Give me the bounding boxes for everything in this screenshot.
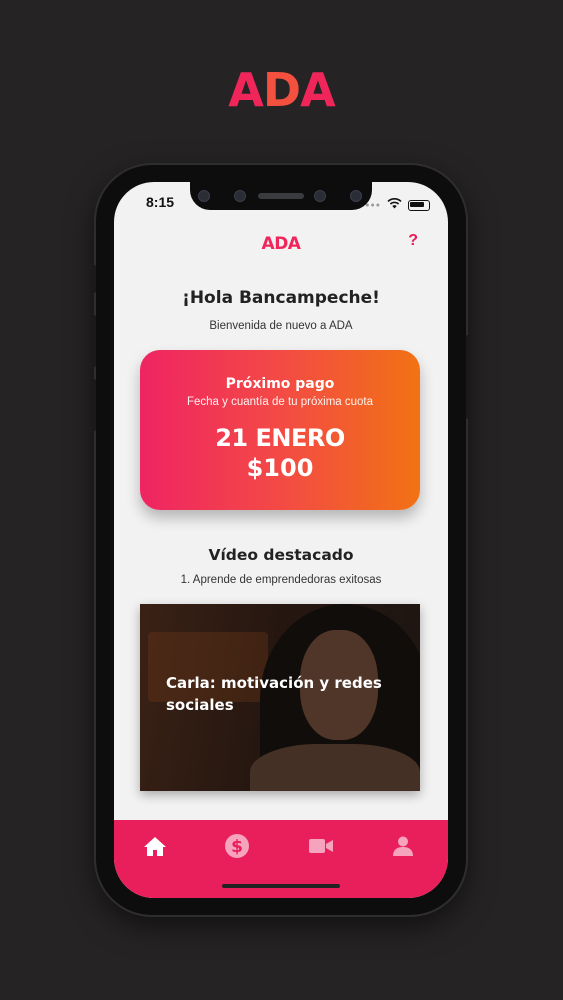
status-icons: ●●●● [360,196,430,214]
status-time: 8:15 [146,194,175,210]
featured-video-card[interactable]: Carla: motivación y redes sociales [140,604,420,791]
payment-amount: $100 [246,454,314,482]
proximity-sensor-icon [314,190,326,202]
video-title: Carla: motivación y redes sociales [166,674,382,714]
home-icon [144,837,166,856]
phone-power-button [466,335,470,419]
help-button[interactable]: ? [408,232,418,250]
phone-frame: 8:15 ●●●● ADA ? ¡Hola Bancampeche! Bienv… [92,165,470,915]
payment-card-title: Próximo pago [225,376,335,392]
video-camera-icon [309,839,333,853]
bottom-tab-bar: $ [114,820,448,898]
app-logo: ADA [261,234,301,254]
dollar-icon: $ [225,834,249,858]
home-indicator[interactable] [222,884,340,888]
front-camera-icon [234,190,246,202]
tab-home[interactable] [140,832,170,860]
face-id-sensor-icon [350,190,362,202]
user-icon [393,836,413,856]
notch [190,182,372,210]
phone-volume-down [92,379,96,431]
tab-payments[interactable]: $ [222,832,252,860]
phone-volume-up [92,315,96,367]
speaker-grille [258,193,304,199]
tab-profile[interactable] [388,832,418,860]
svg-text:$: $ [231,837,243,857]
payment-date: 21 ENERO [215,424,345,452]
greeting-title: ¡Hola Bancampeche! [182,288,380,308]
wifi-icon [387,196,402,214]
brand-logo: ADA [0,62,563,118]
payment-card-subtitle: Fecha y cuantía de tu próxima cuota [186,396,374,408]
phone-side-button [92,265,96,293]
phone-screen: 8:15 ●●●● ADA ? ¡Hola Bancampeche! Bienv… [114,182,448,898]
featured-video-heading: Vídeo destacado [208,546,354,564]
featured-video-subtitle: 1. Aprende de emprendedoras exitosas [180,574,382,586]
sensor-icon [198,190,210,202]
next-payment-card[interactable]: Próximo pago Fecha y cuantía de tu próxi… [140,350,420,510]
tab-videos[interactable] [306,832,336,860]
battery-icon [408,199,430,211]
brand-logo-letter-a2: A [300,63,336,117]
brand-logo-letter-a: A [228,63,264,117]
welcome-subtitle: Bienvenida de nuevo a ADA [209,320,353,332]
brand-logo-letter-d: D [262,63,301,117]
